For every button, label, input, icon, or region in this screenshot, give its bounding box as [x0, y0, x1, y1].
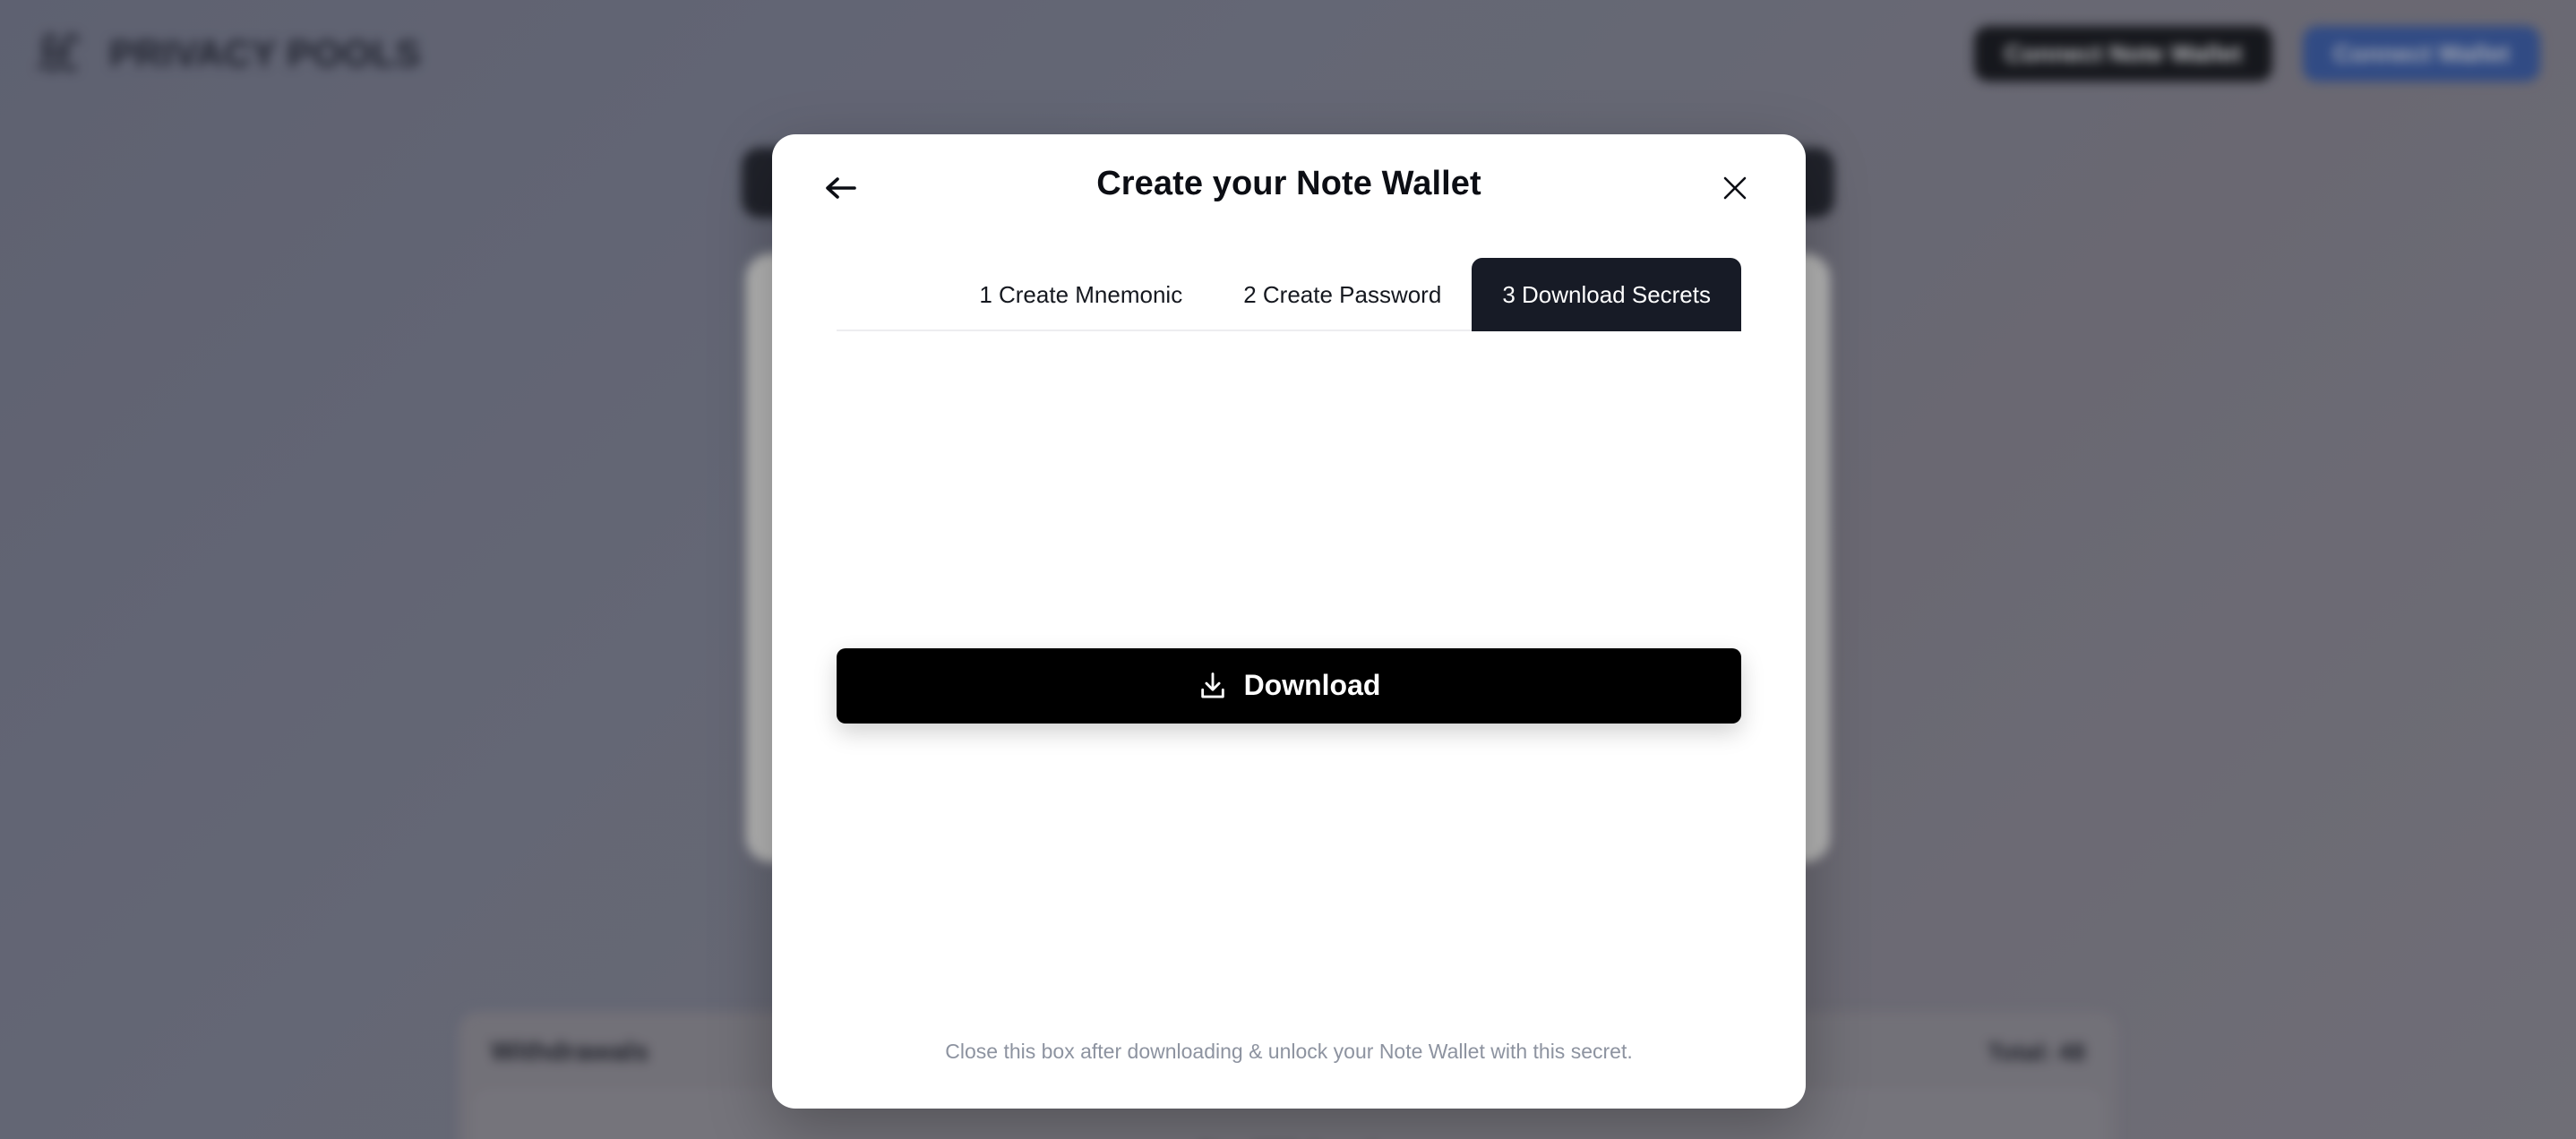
download-button-label: Download	[1243, 669, 1381, 701]
back-button[interactable]	[817, 167, 863, 210]
modal-footer: Close this box after downloading & unloc…	[837, 1040, 1741, 1109]
tab-download-secrets[interactable]: 3 Download Secrets	[1472, 258, 1741, 331]
download-icon	[1200, 672, 1224, 698]
close-button[interactable]	[1713, 167, 1757, 210]
close-icon	[1723, 176, 1747, 200]
tab-create-mnemonic[interactable]: 1 Create Mnemonic	[949, 260, 1213, 330]
modal-footer-note: Close this box after downloading & unloc…	[945, 1040, 1633, 1063]
wizard-tabs: 1 Create Mnemonic 2 Create Password 3 Do…	[837, 258, 1741, 331]
create-note-wallet-modal: Create your Note Wallet 1 Create Mnemoni…	[772, 134, 1806, 1109]
tab-create-password[interactable]: 2 Create Password	[1213, 260, 1472, 330]
app-root: PRIVACY POOLS Connect Note Wallet Connec…	[0, 0, 2576, 1139]
modal-header: Create your Note Wallet	[826, 134, 1747, 233]
download-button[interactable]: Download	[837, 647, 1741, 724]
arrow-left-icon	[826, 177, 856, 199]
modal-title: Create your Note Wallet	[1096, 164, 1481, 202]
modal-body: Download	[837, 331, 1741, 1040]
